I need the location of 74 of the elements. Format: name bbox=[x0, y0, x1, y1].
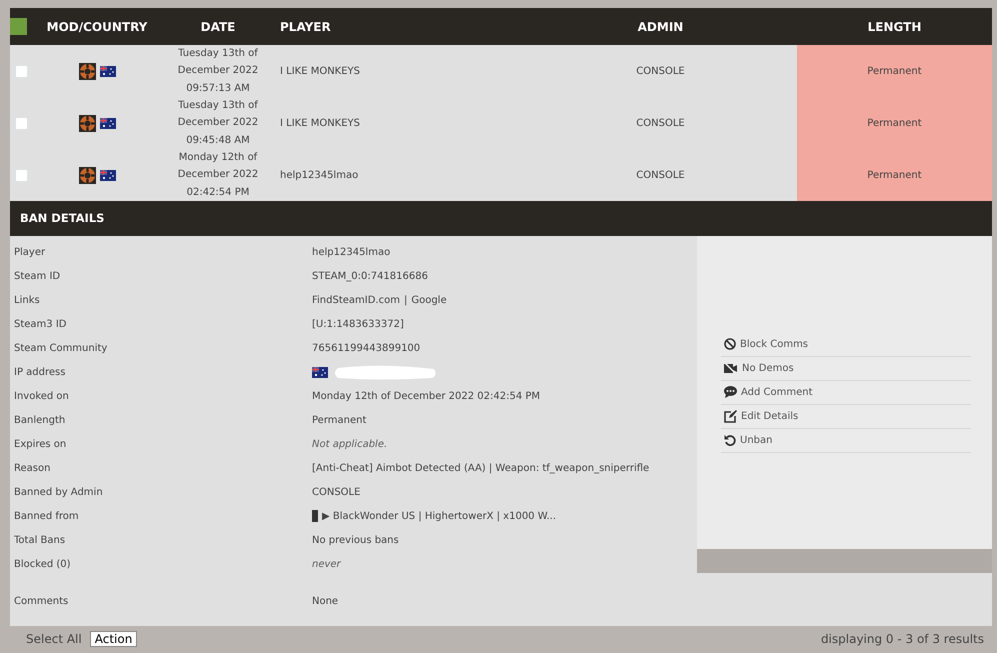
server-status-icon bbox=[312, 510, 318, 522]
date-text: Tuesday 13th of December 2022 09:57:13 AM bbox=[178, 46, 258, 96]
field-label: Banned from bbox=[14, 510, 80, 524]
field-label: Banlength bbox=[14, 414, 66, 428]
field-label: Player bbox=[14, 246, 46, 260]
field-value: CONSOLE bbox=[312, 486, 360, 500]
column-header: MOD/COUNTRY bbox=[46, 18, 148, 36]
external-link[interactable]: Google bbox=[411, 292, 447, 308]
player-name: I LIKE MONKEYS bbox=[280, 116, 360, 130]
select-all-toggle[interactable] bbox=[10, 18, 27, 35]
game-logo-icon bbox=[78, 62, 96, 80]
speech-bubble-icon bbox=[724, 386, 737, 398]
field-label: Blocked (0) bbox=[14, 558, 72, 572]
video-slash-icon bbox=[724, 362, 738, 374]
flag-icon bbox=[312, 366, 328, 378]
field-value: STEAM_0:0:741816686 bbox=[312, 270, 428, 284]
field-value: [Anti-Cheat] Aimbot Detected (AA) | Weapon: tf_weapon_sniperrifle bbox=[312, 462, 650, 476]
separator-text: | bbox=[404, 294, 408, 308]
flag-icon bbox=[100, 170, 116, 180]
game-logo-icon bbox=[78, 166, 96, 184]
length-text: Permanent bbox=[867, 64, 922, 78]
edit-icon bbox=[724, 410, 737, 422]
field-value: [U:1:1483633372] bbox=[312, 318, 404, 332]
flag-icon bbox=[100, 66, 116, 76]
action-link[interactable]: Unban bbox=[721, 428, 971, 452]
field-label: Total Bans bbox=[14, 534, 66, 548]
field-value: never bbox=[312, 558, 341, 572]
field-label: IP address bbox=[14, 366, 66, 380]
admin-name: CONSOLE bbox=[636, 116, 685, 130]
field-label: Steam ID bbox=[14, 270, 62, 284]
length-text: Permanent bbox=[867, 116, 922, 130]
date-text: Monday 12th of December 2022 02:42:54 PM bbox=[178, 150, 258, 200]
action-link[interactable]: Block Comms bbox=[721, 332, 971, 356]
column-header: LENGTH bbox=[868, 18, 922, 36]
action-link[interactable]: Edit Details bbox=[721, 404, 971, 428]
field-label: Steam3 ID bbox=[14, 318, 68, 332]
row-checkbox[interactable] bbox=[14, 168, 28, 182]
row-checkbox[interactable] bbox=[14, 116, 28, 130]
action-link[interactable]: No Demos bbox=[721, 356, 971, 380]
action-dropdown[interactable]: Action bbox=[90, 631, 138, 647]
column-header: ADMIN bbox=[638, 18, 684, 36]
row-checkbox[interactable] bbox=[14, 64, 28, 78]
field-value: No previous bans bbox=[312, 534, 399, 548]
field-label: Invoked on bbox=[14, 390, 70, 404]
length-text: Permanent bbox=[867, 168, 922, 182]
date-text: Tuesday 13th of December 2022 09:45:48 AM bbox=[178, 98, 258, 148]
player-name: I LIKE MONKEYS bbox=[280, 64, 360, 78]
results-count: displaying 0 - 3 of 3 results bbox=[820, 631, 985, 648]
prohibited-icon bbox=[724, 338, 736, 350]
external-link[interactable]: FindSteamID.com bbox=[312, 292, 400, 308]
player-name: help12345lmao bbox=[280, 168, 358, 182]
undo-icon bbox=[724, 434, 736, 446]
game-logo-icon bbox=[78, 114, 96, 132]
action-link[interactable]: Add Comment bbox=[721, 380, 971, 404]
section-header: BAN DETAILS bbox=[10, 201, 992, 236]
field-label: Banned by Admin bbox=[14, 486, 104, 500]
server-name[interactable]: ▶ BlackWonder US | HighertowerX | x1000 W... bbox=[322, 508, 556, 524]
field-label: Links bbox=[14, 294, 41, 308]
field-value: Permanent bbox=[312, 414, 366, 428]
field-value: 76561199443899100 bbox=[312, 342, 420, 356]
admin-name: CONSOLE bbox=[636, 64, 685, 78]
field-label: Comments bbox=[14, 594, 70, 608]
flag-icon bbox=[100, 118, 116, 128]
field-value: Not applicable. bbox=[312, 438, 388, 452]
select-all-link[interactable]: Select All bbox=[26, 630, 82, 648]
field-label: Reason bbox=[14, 462, 52, 476]
field-value: help12345lmao bbox=[312, 246, 390, 260]
field-label: Expires on bbox=[14, 438, 68, 452]
column-header: PLAYER bbox=[280, 18, 331, 36]
column-header: DATE bbox=[200, 18, 236, 36]
field-value: None bbox=[312, 594, 338, 608]
admin-name: CONSOLE bbox=[636, 168, 685, 182]
field-label: Steam Community bbox=[14, 342, 108, 356]
field-value: Monday 12th of December 2022 02:42:54 PM bbox=[312, 390, 540, 404]
